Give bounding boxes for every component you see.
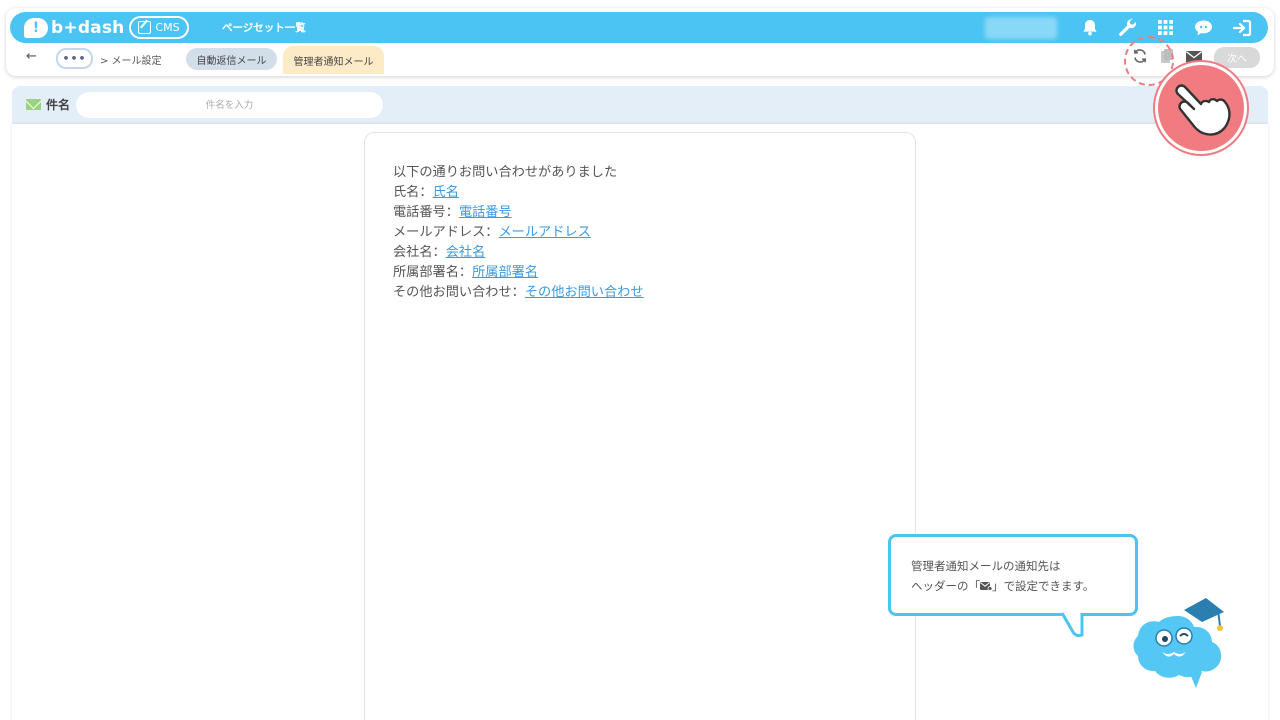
app-logo[interactable]: ! b+dash bbox=[24, 15, 124, 40]
page-title: ページセット一覧 bbox=[222, 22, 306, 34]
subject-input[interactable] bbox=[76, 92, 383, 118]
field-label: 電話番号： bbox=[393, 205, 459, 220]
mail-icon bbox=[26, 99, 41, 110]
mail-body-text: 以下の通りお問い合わせがありました 氏名：氏名 電話番号：電話番号 メールアドレ… bbox=[393, 163, 644, 303]
field-row: 電話番号：電話番号 bbox=[393, 203, 644, 223]
logo-bubble-icon: ! bbox=[24, 17, 48, 38]
callout-line-1: 管理者通知メールの通知先は bbox=[911, 559, 1061, 573]
pointer-hand-badge bbox=[1155, 62, 1247, 154]
field-row: メールアドレス：メールアドレス bbox=[393, 223, 644, 243]
subject-row: 件名 bbox=[12, 86, 1268, 124]
field-row: 会社名：会社名 bbox=[393, 243, 644, 263]
field-label: 氏名： bbox=[393, 185, 433, 200]
mail-gear-icon bbox=[980, 582, 993, 591]
bell-icon[interactable] bbox=[1079, 17, 1100, 38]
back-arrow-icon[interactable]: ← bbox=[26, 49, 37, 64]
field-row: 氏名：氏名 bbox=[393, 183, 644, 203]
tutorial-callout: 管理者通知メールの通知先は ヘッダーの「 」で設定できます。 bbox=[888, 534, 1138, 616]
field-row: その他お問い合わせ：その他お問い合わせ bbox=[393, 283, 644, 303]
breadcrumb[interactable]: > メール設定 bbox=[100, 52, 162, 67]
field-tag-phone[interactable]: 電話番号 bbox=[459, 205, 512, 220]
grid-icon[interactable] bbox=[1155, 17, 1176, 38]
field-label: その他お問い合わせ： bbox=[393, 285, 525, 300]
next-label: 次へ bbox=[1227, 54, 1247, 65]
field-tag-company[interactable]: 会社名 bbox=[446, 245, 486, 260]
logout-icon[interactable] bbox=[1231, 17, 1252, 38]
sub-navigation: ← ••• > メール設定 自動返信メール 管理者通知メール 次へ bbox=[10, 46, 1268, 74]
subject-label-group: 件名 bbox=[26, 96, 70, 113]
field-label: メールアドレス： bbox=[393, 225, 499, 240]
logo-text: b+dash bbox=[51, 17, 125, 38]
field-label: 会社名： bbox=[393, 245, 446, 260]
support-chat-icon[interactable] bbox=[1193, 17, 1214, 38]
tab-admin-notice-mail[interactable]: 管理者通知メール bbox=[283, 46, 384, 74]
callout-line-2: ヘッダーの「 」で設定できます。 bbox=[911, 579, 1095, 593]
cms-label: CMS bbox=[155, 21, 180, 34]
field-tag-email[interactable]: メールアドレス bbox=[499, 225, 591, 240]
field-tag-name[interactable]: 氏名 bbox=[433, 185, 459, 200]
field-label: 所属部署名： bbox=[393, 265, 473, 280]
mail-intro: 以下の通りお問い合わせがありました bbox=[393, 165, 618, 180]
top-bar: ! b+dash CMS ページセット一覧 bbox=[10, 12, 1268, 43]
tab-auto-reply-mail[interactable]: 自動返信メール bbox=[186, 48, 277, 70]
header-icons bbox=[1079, 17, 1252, 38]
field-tag-department[interactable]: 所属部署名 bbox=[472, 265, 538, 280]
more-breadcrumb-button[interactable]: ••• bbox=[56, 48, 93, 69]
subject-label: 件名 bbox=[46, 98, 71, 112]
wrench-icon[interactable] bbox=[1117, 17, 1138, 38]
field-row: 所属部署名：所属部署名 bbox=[393, 263, 644, 283]
mascot-cloud-icon bbox=[1133, 598, 1224, 688]
user-info[interactable] bbox=[985, 17, 1057, 39]
callout-tail bbox=[1060, 612, 1084, 638]
cms-button[interactable]: CMS bbox=[129, 16, 189, 39]
mail-body-card[interactable]: 以下の通りお問い合わせがありました 氏名：氏名 電話番号：電話番号 メールアドレ… bbox=[364, 132, 916, 720]
pointing-hand-icon bbox=[1175, 84, 1231, 136]
edit-icon bbox=[138, 21, 152, 34]
field-tag-other-inquiry[interactable]: その他お問い合わせ bbox=[525, 285, 644, 300]
